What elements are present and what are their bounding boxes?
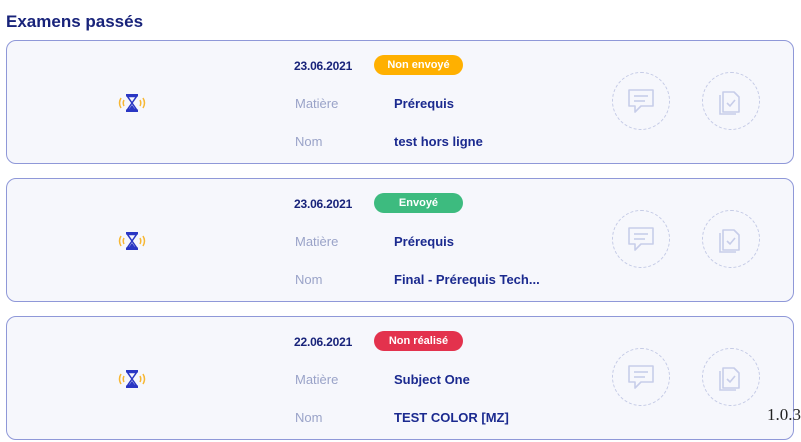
comment-button[interactable] bbox=[612, 210, 670, 268]
app-version: 1.0.3 bbox=[767, 405, 801, 424]
report-button[interactable] bbox=[702, 348, 760, 406]
subject-value: Prérequis bbox=[394, 96, 454, 111]
hourglass-icon bbox=[118, 232, 146, 250]
page-title: Examens passés bbox=[6, 12, 144, 31]
name-label: Nom bbox=[295, 134, 323, 149]
exam-card[interactable]: 23.06.2021 Envoyé Matière Prérequis Nom … bbox=[6, 178, 794, 302]
subject-label: Matière bbox=[295, 96, 339, 111]
documents-check-icon bbox=[719, 367, 740, 391]
name-value: TEST COLOR [MZ] bbox=[394, 410, 509, 425]
status-badge: Non envoyé bbox=[374, 55, 463, 75]
subject-value: Subject One bbox=[394, 372, 470, 387]
status-badge: Envoyé bbox=[374, 193, 463, 213]
comment-button[interactable] bbox=[612, 72, 670, 130]
documents-check-icon bbox=[719, 91, 740, 115]
report-button[interactable] bbox=[702, 210, 760, 268]
hourglass-icon bbox=[118, 94, 146, 112]
name-label: Nom bbox=[295, 272, 323, 287]
comment-icon bbox=[628, 365, 654, 389]
exam-date: 23.06.2021 bbox=[294, 59, 353, 73]
name-label: Nom bbox=[295, 410, 323, 425]
exam-card[interactable]: 22.06.2021 Non réalisé Matière Subject O… bbox=[6, 316, 794, 440]
hourglass-icon bbox=[118, 370, 146, 388]
exam-card[interactable]: 23.06.2021 Non envoyé Matière Prérequis … bbox=[6, 40, 794, 164]
status-badge: Non réalisé bbox=[374, 331, 463, 351]
comment-button[interactable] bbox=[612, 348, 670, 406]
exam-date: 22.06.2021 bbox=[294, 335, 353, 349]
exam-date: 23.06.2021 bbox=[294, 197, 353, 211]
name-value: Final - Prérequis Tech... bbox=[394, 272, 540, 287]
name-value: test hors ligne bbox=[394, 134, 483, 149]
subject-label: Matière bbox=[295, 372, 339, 387]
subject-label: Matière bbox=[295, 234, 339, 249]
subject-value: Prérequis bbox=[394, 234, 454, 249]
documents-check-icon bbox=[719, 229, 740, 253]
comment-icon bbox=[628, 227, 654, 251]
report-button[interactable] bbox=[702, 72, 760, 130]
comment-icon bbox=[628, 89, 654, 113]
